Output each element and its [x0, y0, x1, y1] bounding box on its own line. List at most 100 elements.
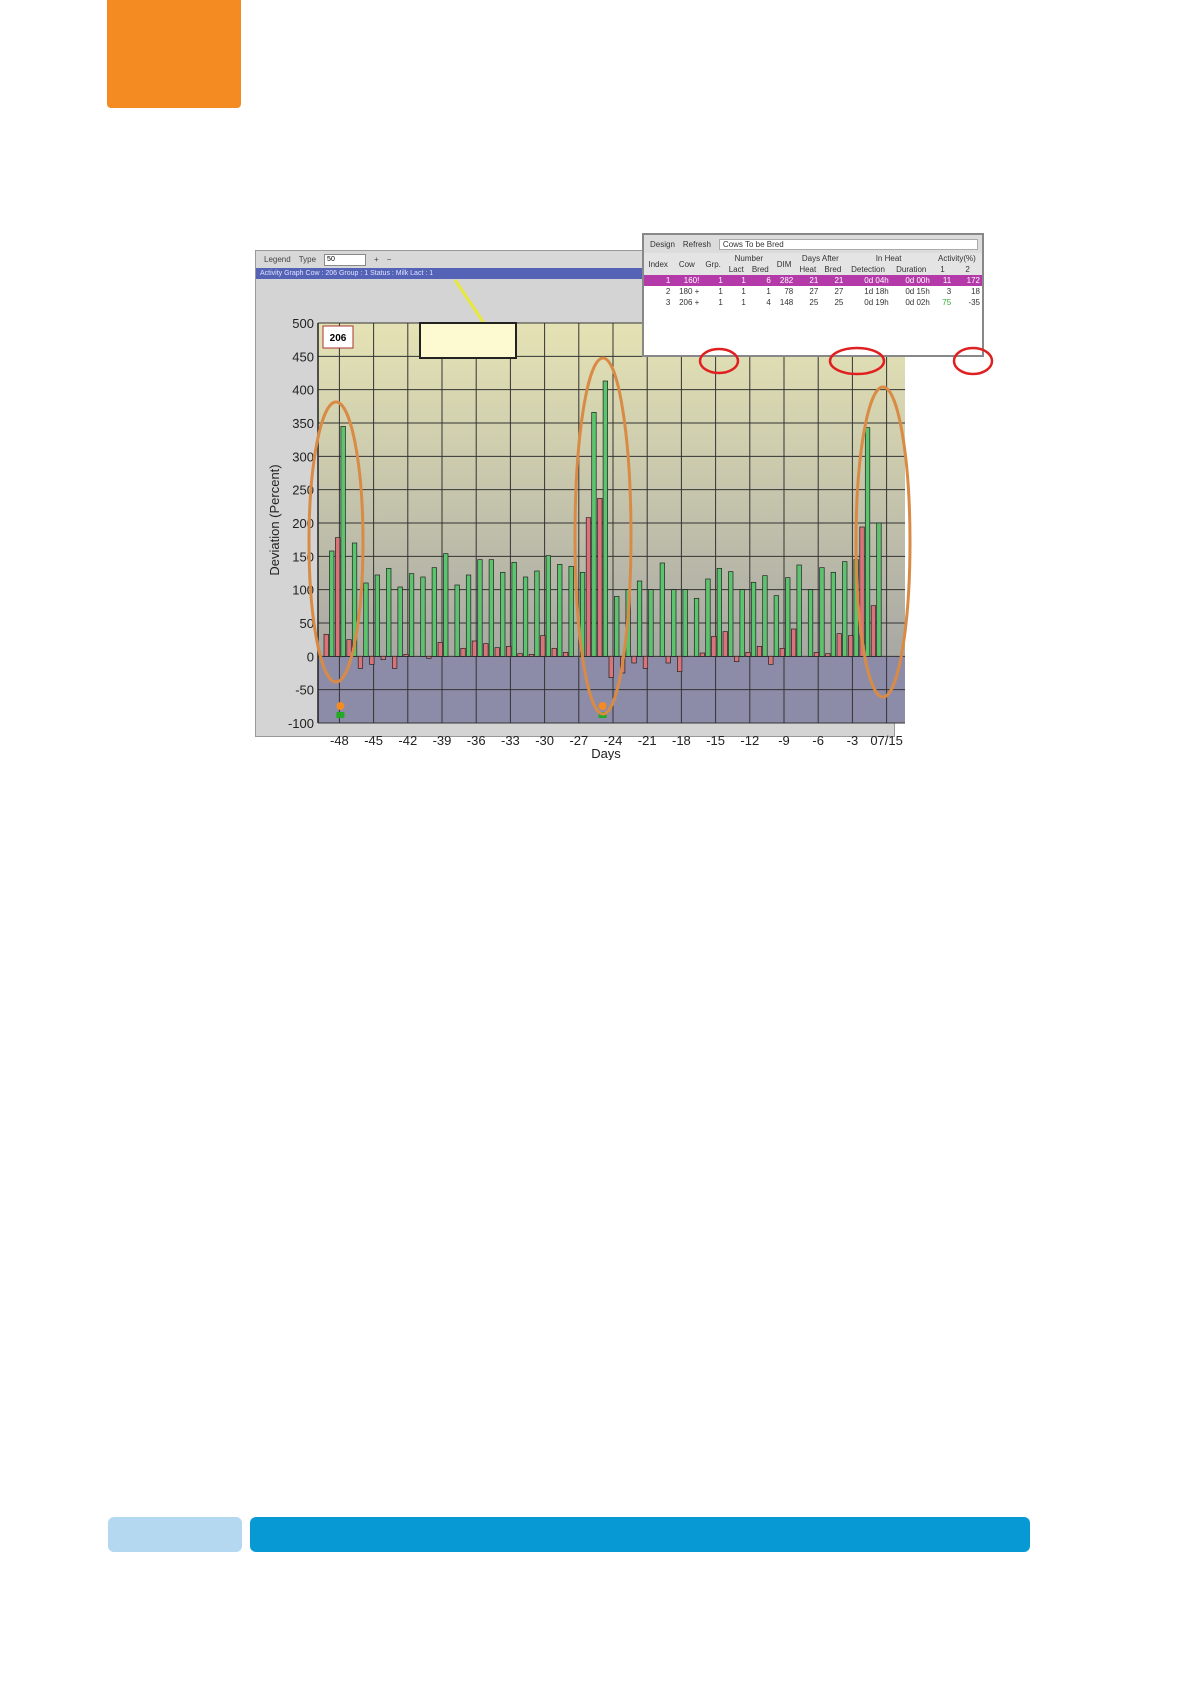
green-bar [420, 576, 426, 657]
y-tick-label: -100 [288, 716, 314, 731]
red-bar [825, 653, 831, 657]
cows-table: Index Cow Grp. Number DIM Days After In Heat Ac… [644, 253, 982, 308]
green-bar [614, 595, 620, 657]
table-cell: 1 [724, 275, 748, 286]
table-cell: 3 [946, 287, 952, 296]
y-tick-label: -50 [295, 683, 314, 698]
report-name-field[interactable]: Cows To be Bred [718, 238, 978, 250]
table-cell: 0d 02h [905, 298, 930, 307]
green-bar [693, 597, 700, 657]
table-row[interactable]: 3 206 + 1 1 4 148 25 25 0d 19h 0d 02h 75 -35 [644, 297, 982, 308]
red-bar [403, 653, 409, 657]
green-bar [830, 571, 836, 657]
green-bar [716, 567, 722, 657]
green-bar [682, 589, 688, 657]
red-bar [791, 628, 797, 657]
green-bar [648, 589, 654, 657]
green-bar [500, 571, 506, 657]
red-bar [756, 645, 763, 657]
cow-label-box: 206 [322, 325, 354, 349]
table-cell: 1 [701, 275, 725, 286]
heat-marker [598, 702, 607, 710]
green-bar [785, 577, 791, 657]
red-bar [517, 653, 523, 657]
green-bar [591, 411, 597, 657]
table-cell: -35 [968, 298, 980, 307]
green-bar [728, 571, 734, 657]
red-bar [369, 655, 375, 665]
green-bar [705, 578, 711, 657]
y-tick-label: 350 [292, 416, 314, 431]
green-bar [819, 567, 825, 657]
table-cell: 1 [718, 298, 723, 307]
green-bar [876, 522, 882, 657]
table-row[interactable]: 2 180 + 1 1 1 78 27 27 1d 18h 0d 15h 3 18 [644, 286, 982, 297]
red-bar [551, 647, 557, 657]
green-bar [807, 589, 814, 657]
red-bar [642, 655, 649, 669]
green-bar [750, 581, 757, 657]
heat-marker [336, 712, 345, 718]
red-bar [380, 655, 386, 661]
red-bar [323, 633, 329, 657]
x-tick-label: -3 [847, 733, 859, 748]
green-bar [864, 427, 871, 657]
x-tick-label: -45 [364, 733, 383, 748]
red-bar [768, 655, 774, 665]
x-tick-label: -30 [535, 733, 554, 748]
green-bar [386, 567, 392, 657]
heat-marker [336, 702, 345, 710]
y-tick-label: 300 [292, 449, 314, 464]
red-bar [460, 647, 466, 657]
table-row[interactable]: 1 160! 1 1 6 282 21 21 0d 04h 0d 00h 11 172 [644, 275, 982, 286]
x-tick-label: -48 [330, 733, 349, 748]
green-bar [842, 561, 848, 657]
red-bar [528, 653, 535, 657]
table-cell: 27 [834, 287, 844, 296]
x-axis-label: Days [591, 746, 621, 760]
red-bar [813, 651, 820, 657]
table-cell: 3 [665, 298, 671, 307]
table-cell: 1 [718, 287, 723, 296]
x-tick-label: -18 [672, 733, 691, 748]
x-tick-label: 07/15 [870, 733, 903, 748]
table-cell: 21 [795, 275, 821, 286]
green-bar [443, 553, 449, 657]
red-bar [540, 635, 546, 657]
table-cell: 75 [942, 298, 952, 307]
table-cell: 1d 18h [864, 287, 889, 296]
table-cell: 4 [766, 298, 771, 307]
red-bar [563, 651, 569, 657]
table-cell: 1 [741, 287, 746, 296]
table-cell: 206 + [679, 298, 700, 307]
green-bar [568, 565, 574, 657]
red-bar [870, 605, 877, 657]
green-bar [522, 576, 529, 657]
design-button[interactable]: Design [650, 240, 675, 249]
green-bar [671, 589, 677, 657]
table-cell: 0d 00h [890, 275, 932, 286]
x-tick-label: -21 [638, 733, 657, 748]
red-bar [494, 647, 500, 657]
x-tick-label: -12 [740, 733, 759, 748]
table-cell: 180 + [679, 287, 700, 296]
green-bar [557, 563, 563, 657]
table-cell: 1 [741, 298, 746, 307]
x-tick-label: -36 [467, 733, 486, 748]
green-bar [465, 574, 472, 657]
table-cell: 27 [809, 287, 819, 296]
table-cell: 1 [644, 275, 673, 286]
red-bar [734, 655, 740, 663]
y-tick-label: 500 [292, 316, 314, 331]
table-cell: 160! [672, 275, 702, 286]
red-bar [836, 633, 842, 657]
red-bar [597, 497, 603, 657]
green-bar [454, 584, 460, 657]
refresh-button[interactable]: Refresh [683, 240, 711, 249]
table-cell: 6 [747, 275, 773, 286]
green-bar [739, 589, 745, 657]
red-bar [506, 645, 512, 657]
y-tick-label: 0 [307, 649, 314, 664]
x-tick-label: -6 [812, 733, 824, 748]
x-tick-label: -39 [433, 733, 452, 748]
